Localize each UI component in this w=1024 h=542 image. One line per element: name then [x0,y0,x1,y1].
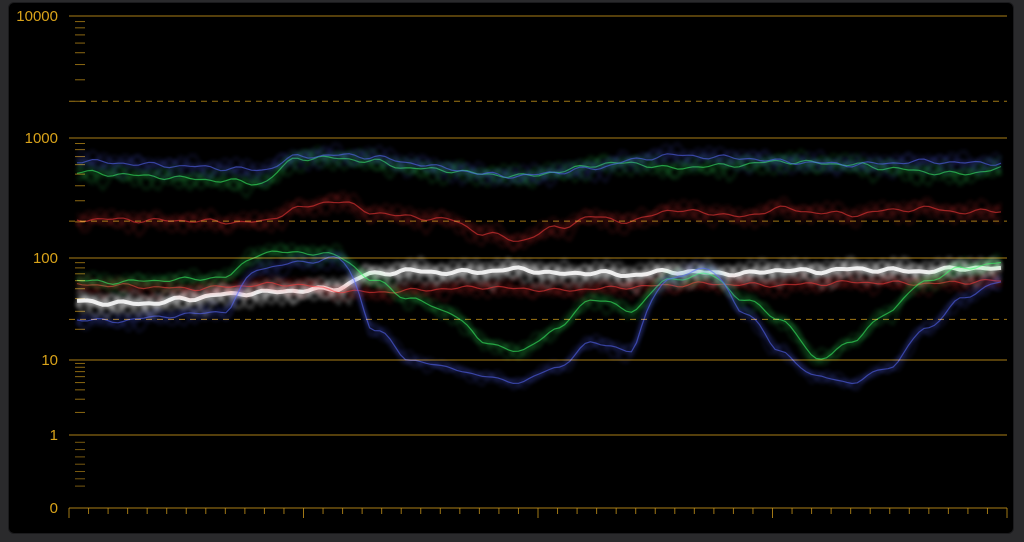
waveform-scope-panel: 10000 1000 100 10 1 0 [8,2,1014,534]
y-tick-label: 10000 [16,8,58,25]
waveform-traces [75,142,1003,391]
y-tick-label: 10 [41,352,58,369]
waveform-scope: 1000010001001010 [16,8,1008,518]
y-tick-label: 1 [50,427,58,444]
y-tick-label: 100 [33,250,58,267]
y-tick-label: 1000 [25,130,58,147]
y-tick-label: 0 [50,500,58,517]
